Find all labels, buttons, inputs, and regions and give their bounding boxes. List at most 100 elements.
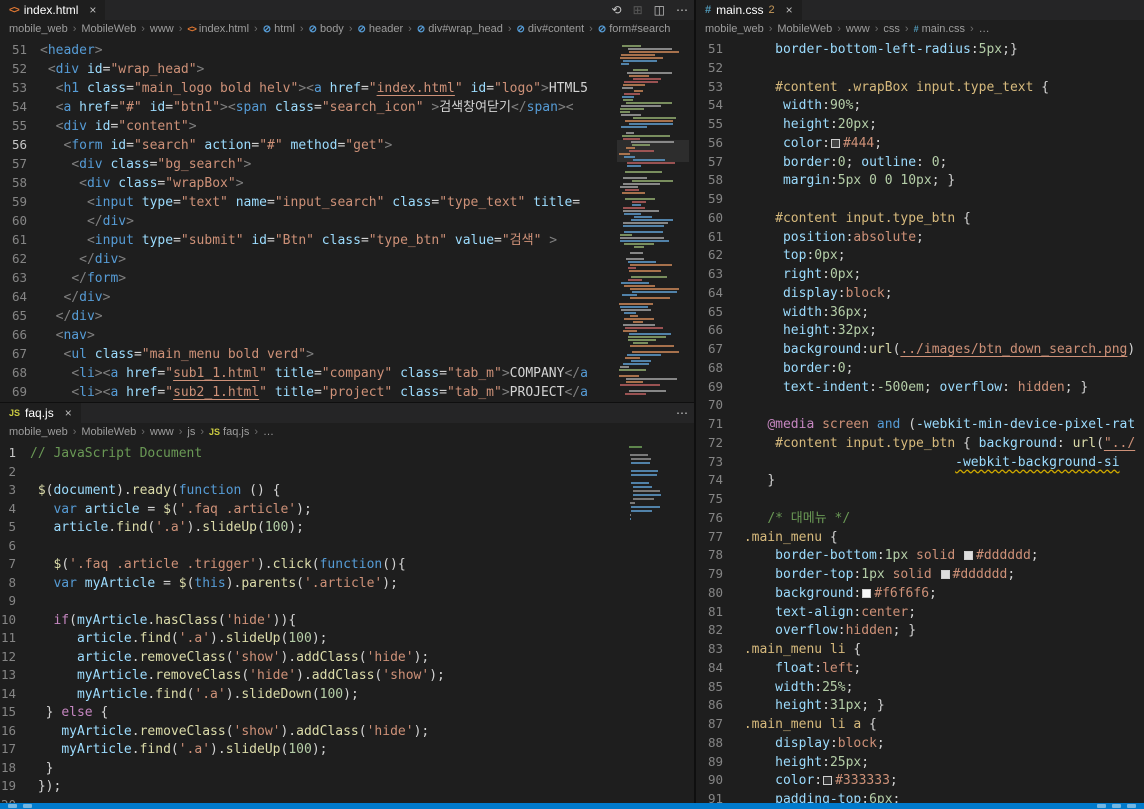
code-line[interactable]: 17 myArticle.find('.a').slideUp(100);: [0, 740, 694, 759]
more-actions-icon[interactable]: ⋯: [676, 3, 688, 17]
breadcrumb-item[interactable]: css: [883, 23, 900, 35]
code-line[interactable]: 64 display:block;: [696, 284, 1144, 303]
code-line[interactable]: 58 margin:5px 0 0 10px; }: [696, 171, 1144, 190]
code-line[interactable]: 75: [696, 490, 1144, 509]
code-area-css[interactable]: 51 border-bottom-left-radius:5px;}5253 #…: [696, 40, 1144, 803]
code-line[interactable]: 69 <li><a href="sub2_1.html" title="proj…: [0, 382, 694, 401]
split-editor-icon[interactable]: ◫: [654, 3, 665, 17]
breadcrumb-item[interactable]: ⊘body: [309, 23, 344, 35]
code-line[interactable]: 6: [0, 537, 694, 556]
code-line[interactable]: 19 });: [0, 777, 694, 796]
code-line[interactable]: 88 display:block;: [696, 734, 1144, 753]
code-line[interactable]: 18 }: [0, 759, 694, 778]
code-line[interactable]: 62 top:0px;: [696, 246, 1144, 265]
code-line[interactable]: 61 position:absolute;: [696, 228, 1144, 247]
code-line[interactable]: 86 height:31px; }: [696, 696, 1144, 715]
status-item[interactable]: [23, 804, 32, 808]
code-line[interactable]: 91 padding-top:6px;: [696, 790, 1144, 803]
code-line[interactable]: 9: [0, 592, 694, 611]
code-line[interactable]: 1// JavaScript Document: [0, 444, 694, 463]
breadcrumb-item[interactable]: ⊘form#search: [598, 23, 671, 35]
code-line[interactable]: 79 border-top:1px solid #dddddd;: [696, 565, 1144, 584]
minimap[interactable]: [617, 40, 689, 402]
breadcrumb-item[interactable]: www: [150, 23, 174, 35]
code-line[interactable]: 87 .main_menu li a {: [696, 715, 1144, 734]
breadcrumb-item[interactable]: mobile_web: [9, 23, 68, 35]
code-line[interactable]: 89 height:25px;: [696, 753, 1144, 772]
status-item[interactable]: [1112, 804, 1121, 808]
code-line[interactable]: 65 width:36px;: [696, 303, 1144, 322]
code-line[interactable]: 8 var myArticle = $(this).parents('.arti…: [0, 574, 694, 593]
code-line[interactable]: 71 @media screen and (-webkit-min-device…: [696, 415, 1144, 434]
code-line[interactable]: 65 </div>: [0, 306, 694, 325]
code-line[interactable]: 66 <nav>: [0, 325, 694, 344]
code-line[interactable]: 10 if(myArticle.hasClass('hide')){: [0, 611, 694, 630]
close-icon[interactable]: ×: [89, 3, 96, 17]
code-line[interactable]: 13 myArticle.removeClass('hide').addClas…: [0, 666, 694, 685]
code-line[interactable]: 82 overflow:hidden; }: [696, 621, 1144, 640]
code-line[interactable]: 73 -webkit-background-si: [696, 453, 1144, 472]
code-line[interactable]: 57 <div class="bg_search">: [0, 154, 694, 173]
code-line[interactable]: 12 article.removeClass('show').addClass(…: [0, 648, 694, 667]
breadcrumb-item[interactable]: ⊘div#wrap_head: [417, 23, 503, 35]
code-line[interactable]: 77 .main_menu {: [696, 528, 1144, 547]
code-line[interactable]: 14 myArticle.find('.a').slideDown(100);: [0, 685, 694, 704]
code-line[interactable]: 51<header>: [0, 40, 694, 59]
breadcrumb-item[interactable]: www: [846, 23, 870, 35]
code-line[interactable]: 78 border-bottom:1px solid #dddddd;: [696, 546, 1144, 565]
code-line[interactable]: 60 </div>: [0, 211, 694, 230]
breadcrumb-item[interactable]: …: [263, 426, 274, 438]
code-line[interactable]: 4 var article = $('.faq .article');: [0, 500, 694, 519]
status-item[interactable]: [8, 804, 17, 808]
more-actions-icon[interactable]: ⋯: [676, 406, 688, 420]
code-line[interactable]: 59 <input type="text" name="input_search…: [0, 192, 694, 211]
breadcrumb-item[interactable]: MobileWeb: [777, 23, 832, 35]
status-right-items[interactable]: [1089, 803, 1144, 809]
status-item[interactable]: [1097, 804, 1106, 808]
status-left-items[interactable]: [0, 803, 40, 809]
code-line[interactable]: 20: [0, 796, 694, 804]
breadcrumb-item[interactable]: <>index.html: [187, 23, 249, 35]
timeline-icon[interactable]: ⟲: [612, 3, 622, 17]
breadcrumb-item[interactable]: ⊘html: [263, 23, 295, 35]
breadcrumb-item[interactable]: MobileWeb: [81, 426, 136, 438]
minimap[interactable]: [628, 444, 666, 554]
breadcrumb-item[interactable]: mobile_web: [9, 426, 68, 438]
breadcrumb-item[interactable]: mobile_web: [705, 23, 764, 35]
breadcrumb-item[interactable]: www: [150, 426, 174, 438]
code-line[interactable]: 80 background:#f6f6f6;: [696, 584, 1144, 603]
code-line[interactable]: 60 #content input.type_btn {: [696, 209, 1144, 228]
breadcrumb-item[interactable]: …: [979, 23, 990, 35]
code-line[interactable]: 81 text-align:center;: [696, 603, 1144, 622]
tab-index-html[interactable]: <> index.html ×: [0, 0, 106, 20]
code-line[interactable]: 2: [0, 463, 694, 482]
code-line[interactable]: 3 $(document).ready(function () {: [0, 481, 694, 500]
code-line[interactable]: 67 <ul class="main_menu bold verd">: [0, 344, 694, 363]
code-line[interactable]: 5 article.find('.a').slideUp(100);: [0, 518, 694, 537]
status-bar[interactable]: [0, 803, 1144, 809]
compare-icon[interactable]: ⊞: [633, 3, 643, 17]
code-line[interactable]: 52 <div id="wrap_head">: [0, 59, 694, 78]
code-line[interactable]: 63 right:0px;: [696, 265, 1144, 284]
code-line[interactable]: 74 }: [696, 471, 1144, 490]
code-line[interactable]: 56 color:#444;: [696, 134, 1144, 153]
close-icon[interactable]: ×: [786, 3, 793, 17]
code-line[interactable]: 16 myArticle.removeClass('show').addClas…: [0, 722, 694, 741]
breadcrumb-item[interactable]: MobileWeb: [81, 23, 136, 35]
code-line[interactable]: 68 border:0;: [696, 359, 1144, 378]
tab-faq-js[interactable]: JS faq.js ×: [0, 403, 82, 423]
tab-main-css[interactable]: # main.css 2 ×: [696, 0, 803, 20]
status-item[interactable]: [1127, 804, 1136, 808]
code-line[interactable]: 69 text-indent:-500em; overflow: hidden;…: [696, 378, 1144, 397]
code-line[interactable]: 55 height:20px;: [696, 115, 1144, 134]
code-line[interactable]: 61 <input type="submit" id="Btn" class="…: [0, 230, 694, 249]
code-line[interactable]: 68 <li><a href="sub1_1.html" title="comp…: [0, 363, 694, 382]
breadcrumb-item[interactable]: JSfaq.js: [209, 426, 249, 438]
code-line[interactable]: 51 border-bottom-left-radius:5px;}: [696, 40, 1144, 59]
code-line[interactable]: 64 </div>: [0, 287, 694, 306]
code-line[interactable]: 85 width:25%;: [696, 678, 1144, 697]
code-line[interactable]: 62 </div>: [0, 249, 694, 268]
code-line[interactable]: 15 } else {: [0, 703, 694, 722]
code-line[interactable]: 66 height:32px;: [696, 321, 1144, 340]
code-line[interactable]: 72 #content input.type_btn { background:…: [696, 434, 1144, 453]
